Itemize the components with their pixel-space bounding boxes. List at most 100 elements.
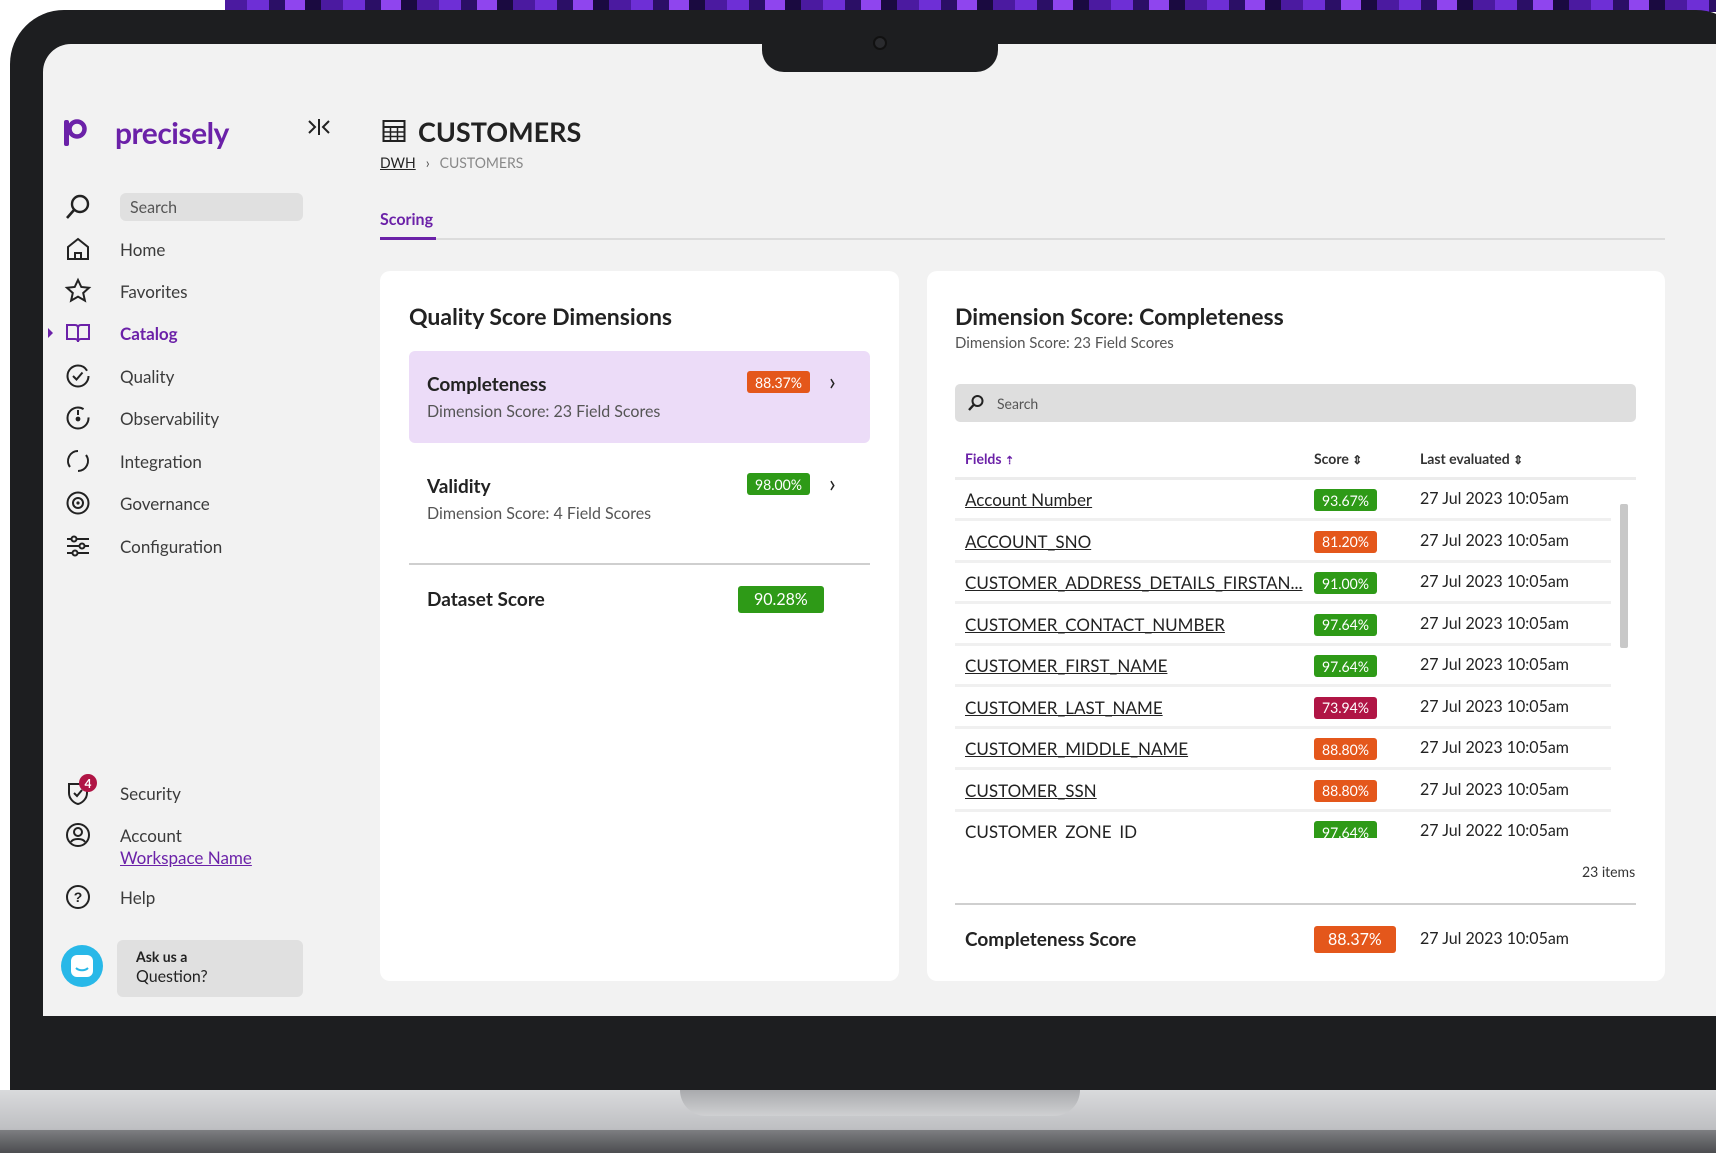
chevron-right-icon: › bbox=[829, 367, 836, 396]
chat-avatar-icon[interactable] bbox=[60, 944, 104, 992]
last-evaluated: 27 Jul 2023 10:05am bbox=[1420, 489, 1569, 508]
workspace-name-link[interactable]: Workspace Name bbox=[120, 847, 252, 868]
column-header-label: Score bbox=[1314, 450, 1349, 467]
sidebar-item-label: Account bbox=[120, 824, 182, 846]
table-scrollbar[interactable] bbox=[1615, 484, 1635, 838]
sidebar-item-quality[interactable]: Quality bbox=[62, 361, 312, 391]
governance-icon bbox=[62, 488, 94, 518]
footer-divider bbox=[955, 903, 1636, 905]
dimension-row-completeness[interactable]: Completeness Dimension Score: 23 Field S… bbox=[409, 351, 870, 443]
breadcrumb-current: CUSTOMERS bbox=[439, 154, 524, 171]
home-icon bbox=[62, 234, 94, 264]
shield-icon: 4 bbox=[62, 774, 97, 808]
sliders-icon bbox=[62, 531, 94, 561]
table-row: ACCOUNT_SNO 81.20% 27 Jul 2023 10:05am bbox=[955, 522, 1611, 563]
dimension-subtitle: Dimension Score: 4 Field Scores bbox=[427, 504, 652, 523]
sidebar-item-label: Governance bbox=[120, 492, 210, 514]
sidebar-item-favorites[interactable]: Favorites bbox=[62, 276, 312, 306]
card-title: Dimension Score: Completeness bbox=[955, 302, 1284, 330]
sidebar-item-observability[interactable]: Observability bbox=[62, 403, 312, 433]
fields-search-input[interactable]: Search bbox=[955, 384, 1636, 422]
completeness-score-label: Completeness Score bbox=[965, 928, 1137, 951]
search-icon bbox=[968, 395, 984, 411]
table-row: CUSTOMER_LAST_NAME 73.94% 27 Jul 2023 10:0… bbox=[955, 688, 1611, 729]
column-header-label: Last evaluated bbox=[1420, 450, 1510, 467]
last-evaluated: 27 Jul 2023 10:05am bbox=[1420, 530, 1569, 550]
svg-text:?: ? bbox=[74, 889, 83, 905]
sidebar-item-integration[interactable]: Integration bbox=[62, 446, 312, 476]
scrollbar-thumb[interactable] bbox=[1620, 504, 1628, 648]
sidebar-item-help[interactable]: ? Help bbox=[62, 882, 312, 912]
items-count: 23 items bbox=[1582, 863, 1636, 880]
score-badge: 97.64% bbox=[1314, 655, 1378, 677]
dataset-score-label: Dataset Score bbox=[427, 588, 545, 611]
tab-scoring[interactable]: Scoring bbox=[380, 210, 433, 229]
sort-icon: ⇕ bbox=[1352, 452, 1363, 467]
collapse-sidebar-icon[interactable] bbox=[306, 116, 332, 142]
dimension-subtitle: Dimension Score: 23 Field Scores bbox=[427, 402, 661, 421]
last-evaluated: 27 Jul 2023 10:05am bbox=[1420, 696, 1569, 716]
sidebar-item-configuration[interactable]: Configuration bbox=[62, 531, 312, 561]
column-header-score[interactable]: Score ⇕ bbox=[1314, 450, 1362, 467]
tab-divider bbox=[380, 238, 1665, 240]
integration-icon bbox=[62, 446, 94, 476]
security-count-badge: 4 bbox=[79, 774, 97, 792]
search-icon[interactable] bbox=[64, 193, 92, 225]
observability-icon bbox=[62, 403, 94, 433]
table-row: CUSTOMER_ZONE_ID 97.64% 27 Jul 2022 10:05a… bbox=[955, 812, 1611, 838]
completeness-score-date: 27 Jul 2023 10:05am bbox=[1420, 929, 1569, 948]
laptop-base-notch bbox=[680, 1090, 1080, 1116]
field-link[interactable]: CUSTOMER_LAST_NAME bbox=[965, 697, 1163, 718]
card-title: Quality Score Dimensions bbox=[409, 302, 673, 330]
sidebar-item-label: Favorites bbox=[120, 280, 188, 302]
ask-line-2: Question? bbox=[136, 967, 208, 986]
table-icon bbox=[382, 119, 406, 147]
sidebar-item-label: Quality bbox=[120, 365, 175, 387]
sidebar-item-governance[interactable]: Governance bbox=[62, 488, 312, 518]
brand-logo-mark bbox=[62, 117, 88, 153]
field-link[interactable]: CUSTOMER_CONTACT_NUMBER bbox=[965, 614, 1225, 635]
field-link[interactable]: CUSTOMER_MIDDLE_NAME bbox=[965, 738, 1188, 759]
field-link[interactable]: CUSTOMER_ADDRESS_DETAILS_FIRSTAN... bbox=[965, 572, 1303, 593]
check-circle-icon bbox=[62, 361, 94, 391]
field-link[interactable]: CUSTOMER_FIRST_NAME bbox=[965, 655, 1167, 676]
score-badge: 98.00% bbox=[747, 473, 811, 495]
field-link[interactable]: CUSTOMER_ZONE_ID bbox=[965, 821, 1137, 838]
book-icon bbox=[62, 318, 94, 348]
table-row: CUSTOMER_MIDDLE_NAME 88.80% 27 Jul 2023 10… bbox=[955, 729, 1611, 770]
dimension-row-validity[interactable]: Validity Dimension Score: 4 Field Scores… bbox=[409, 453, 870, 545]
dataset-divider bbox=[409, 563, 870, 565]
breadcrumb-root-link[interactable]: DWH bbox=[380, 154, 416, 171]
score-badge: 81.20% bbox=[1314, 530, 1378, 553]
chevron-right-icon: › bbox=[829, 469, 836, 498]
score-badge: 88.37% bbox=[747, 371, 811, 393]
score-badge: 73.94% bbox=[1314, 696, 1378, 719]
field-link[interactable]: CUSTOMER_SSN bbox=[965, 780, 1097, 801]
column-header-label: Fields bbox=[965, 450, 1002, 467]
column-header-fields[interactable]: Fields ⇡ bbox=[965, 450, 1014, 467]
ask-question-button[interactable]: Ask us a Question? bbox=[117, 940, 303, 997]
sidebar-item-label: Observability bbox=[120, 407, 220, 429]
table-row: CUSTOMER_FIRST_NAME 97.64% 27 Jul 2023 10:… bbox=[955, 646, 1611, 687]
table-row: Account Number 93.67% 27 Jul 2023 10:05am bbox=[955, 480, 1611, 521]
sidebar-item-security[interactable]: 4 Security bbox=[62, 774, 312, 808]
table-row: CUSTOMER_SSN 88.80% 27 Jul 2023 10:05am bbox=[955, 771, 1611, 812]
sidebar-item-label: Configuration bbox=[120, 535, 223, 557]
page-title: CUSTOMERS bbox=[418, 115, 582, 148]
field-link[interactable]: Account Number bbox=[965, 489, 1092, 510]
last-evaluated: 27 Jul 2023 10:05am bbox=[1420, 655, 1569, 674]
last-evaluated: 27 Jul 2023 10:05am bbox=[1420, 572, 1569, 591]
last-evaluated: 27 Jul 2022 10:05am bbox=[1420, 821, 1569, 838]
camera-icon bbox=[873, 36, 887, 50]
column-header-last-evaluated[interactable]: Last evaluated ⇕ bbox=[1420, 450, 1523, 467]
sidebar-search-input[interactable]: Search bbox=[120, 193, 303, 221]
sort-icon: ⇡ bbox=[1004, 454, 1015, 467]
sidebar-item-home[interactable]: Home bbox=[62, 234, 312, 264]
sidebar-item-label: Security bbox=[120, 782, 181, 804]
score-badge: 91.00% bbox=[1314, 572, 1378, 594]
sidebar-item-catalog[interactable]: Catalog bbox=[48, 318, 312, 348]
score-badge: 88.80% bbox=[1314, 779, 1378, 802]
score-badge: 88.80% bbox=[1314, 738, 1378, 760]
sidebar-item-account[interactable]: Account bbox=[62, 820, 312, 850]
field-link[interactable]: ACCOUNT_SNO bbox=[965, 531, 1091, 552]
